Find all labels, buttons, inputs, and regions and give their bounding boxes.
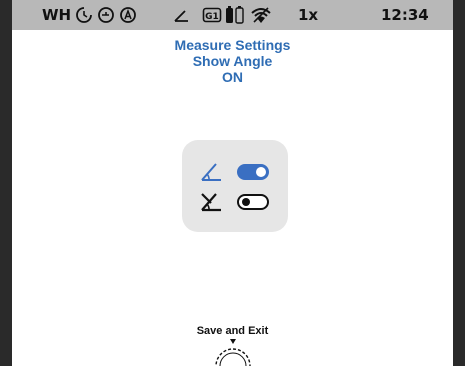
moon-clock-icon — [75, 0, 93, 30]
angle-icon — [172, 0, 190, 30]
wifi-icon — [250, 0, 272, 30]
toggle-off-icon — [237, 194, 269, 215]
option-show-angle-on[interactable] — [182, 157, 288, 187]
setting-value: ON — [222, 69, 243, 85]
rotary-dial-icon[interactable] — [210, 338, 256, 366]
auto-icon — [119, 0, 137, 30]
save-and-exit-label: Save and Exit — [196, 325, 269, 337]
battery-badge-icon: G1 — [202, 0, 222, 30]
clock-time: 12:34 — [381, 6, 429, 24]
toggle-on-icon — [237, 164, 269, 185]
device-screen: WH G1 1x 12:34 Measure Settings Show Ang… — [12, 0, 453, 366]
page-title: Measure Settings — [174, 37, 291, 53]
profile-label: WH — [42, 6, 72, 24]
no-angle-icon — [199, 191, 223, 218]
setting-name: Show Angle — [192, 53, 273, 69]
angle-icon — [199, 161, 223, 188]
badge-text: G1 — [205, 12, 219, 22]
option-panel — [182, 140, 288, 232]
timer-icon — [97, 0, 115, 30]
battery-icon — [224, 0, 246, 30]
zoom-level: 1x — [298, 6, 319, 24]
option-show-angle-off[interactable] — [182, 188, 288, 218]
status-bar: WH G1 1x 12:34 — [12, 0, 453, 30]
